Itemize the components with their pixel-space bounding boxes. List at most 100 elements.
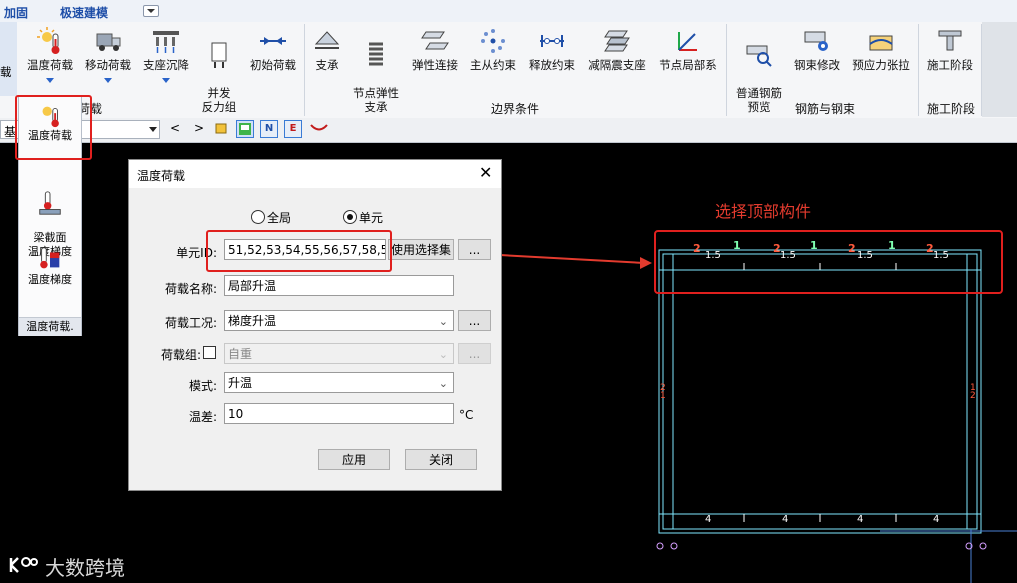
close-button[interactable]: 关闭 [405, 449, 477, 470]
support-settlement-button[interactable]: 支座沉降 [140, 24, 192, 83]
support-label: 支承 [315, 58, 339, 72]
ribbon-right-filler [982, 22, 1017, 117]
secondary-toolbar: 基 < > N E [0, 118, 1017, 143]
spring-support-button[interactable]: 节点弹性 支承 [348, 24, 404, 114]
support-button[interactable]: 支承 [308, 24, 346, 72]
svg-text:1: 1 [660, 391, 666, 401]
mode-select[interactable]: 升温 ⌄ [224, 372, 454, 393]
menu-item-fast-modeling[interactable]: 极速建模 [60, 4, 108, 21]
isolation-bearing-button[interactable]: 减隔震支座 [584, 24, 650, 72]
ribbon-cut-label: 载 [0, 65, 12, 79]
spring-support-icon [369, 42, 383, 66]
concurrent-reaction-icon [211, 42, 227, 68]
local-axis-icon [678, 32, 697, 51]
load-group-value: 自重 [228, 347, 253, 361]
initial-load-icon [260, 37, 286, 45]
tendon-edit-button[interactable]: 钢束修改 [790, 24, 844, 72]
rebar-group-label: 钢筋与钢束 [794, 102, 855, 116]
element-number-toggle[interactable]: E [284, 120, 302, 138]
scope-global-label: 全局 [267, 211, 292, 225]
highlight-box [206, 230, 392, 272]
support-settlement-label: 支座沉降 [143, 58, 189, 72]
next-button[interactable]: > [194, 121, 204, 135]
prestress-icon [869, 35, 893, 51]
moving-load-button[interactable]: 移动荷载 [82, 24, 134, 83]
use-selection-button[interactable]: 使用选择集 [388, 239, 454, 260]
load-case-label: 荷载工况: [164, 316, 217, 330]
rebar-preview-icon [746, 45, 772, 67]
prev-button[interactable]: < [170, 121, 180, 135]
annotation-arrowhead [640, 257, 652, 269]
chevron-down-icon [104, 78, 112, 83]
temp-diff-label: 温差: [188, 410, 217, 424]
load-case-select[interactable]: 梯度升温 ⌄ [224, 310, 454, 331]
highlight-box [654, 230, 1003, 294]
temp-load-label: 温度荷载 [27, 58, 73, 72]
mode-label: 模式: [188, 379, 217, 393]
elastic-link-button[interactable]: 弹性连接 [408, 24, 462, 72]
master-slave-label: 主从约束 [470, 58, 516, 72]
load-group-checkbox[interactable] [203, 346, 216, 359]
elastic-link-icon [421, 31, 449, 50]
apply-button[interactable]: 应用 [318, 449, 390, 470]
load-group-select[interactable]: 自重 ⌄ [224, 343, 454, 364]
load-case-value: 梯度升温 [228, 314, 277, 328]
chevron-down-icon [46, 78, 54, 83]
mode-value: 升温 [228, 376, 253, 390]
local-axis-button[interactable]: 节点局部系 [654, 24, 722, 72]
construction-stage-button[interactable]: 施工阶段 [922, 24, 978, 72]
tendon-edit-label: 钢束修改 [794, 58, 840, 72]
release-constraint-button[interactable]: 释放约束 [524, 24, 580, 72]
support-marks [656, 542, 987, 550]
chevron-down-icon: ⌄ [438, 348, 448, 361]
cube-icon[interactable] [214, 121, 228, 135]
local-axis-label: 节点局部系 [659, 58, 717, 72]
top-ticks [743, 263, 897, 522]
menu-item-reinforce[interactable]: 加固 [4, 4, 28, 21]
dialog-title: 温度荷载 [137, 169, 186, 183]
master-slave-button[interactable]: 主从约束 [466, 24, 520, 72]
group-divider [304, 24, 305, 116]
side-labels: 2112 [660, 383, 976, 401]
release-constraint-icon [540, 35, 564, 47]
element-ellipsis-button[interactable]: ... [458, 239, 491, 260]
chevron-down-icon[interactable] [143, 5, 159, 17]
rebar-preview-label: 普通钢筋 预览 [736, 86, 782, 114]
release-constraint-label: 释放约束 [529, 58, 575, 72]
annotation-text: 选择顶部构件 [715, 202, 812, 221]
temp-load-button[interactable]: 温度荷载 [22, 24, 78, 83]
temp-load-dialog: 温度荷载 ✕ 全局 单元 单元ID: 51,52,53,54,55,56,57,… [128, 159, 502, 491]
watermark-logo [8, 552, 38, 576]
display-toggle-icon[interactable] [236, 120, 254, 138]
chevron-down-icon: ⌄ [438, 377, 448, 390]
thermometer-sun-icon [37, 27, 60, 54]
load-group-ellipsis-button[interactable]: ... [458, 343, 491, 364]
scope-element-radio[interactable] [343, 210, 357, 224]
close-icon[interactable]: ✕ [479, 163, 492, 183]
scope-element-label: 单元 [359, 211, 384, 225]
truck-icon [96, 33, 121, 51]
group-divider [918, 24, 919, 116]
isolation-bearing-label: 减隔震支座 [588, 58, 646, 72]
node-number-toggle[interactable]: N [260, 120, 278, 138]
load-name-input[interactable]: 局部升温 [224, 275, 454, 296]
concurrent-reaction-button[interactable]: 并发 反力组 [196, 24, 242, 114]
chevron-down-icon: ⌄ [438, 315, 448, 328]
load-case-ellipsis-button[interactable]: ... [458, 310, 491, 331]
chevron-down-icon [149, 127, 157, 132]
menu-bar: 加固 极速建模 [0, 0, 1017, 23]
deform-shape-icon[interactable] [310, 122, 328, 134]
construction-stage-icon [938, 30, 962, 51]
prestress-button[interactable]: 预应力张拉 [848, 24, 914, 72]
isolation-bearing-icon [604, 30, 630, 52]
temp-diff-input[interactable]: 10 [224, 403, 454, 424]
boundary-group-label: 边界条件 [490, 102, 539, 116]
watermark-text: 大数跨境 [45, 556, 125, 580]
scope-global-radio[interactable] [251, 210, 265, 224]
annotation-arrow [499, 254, 645, 264]
ribbon-cut-button[interactable]: 载 [0, 22, 17, 96]
dialog-titlebar: 温度荷载 ✕ [129, 160, 501, 188]
initial-load-button[interactable]: 初始荷载 [246, 24, 300, 72]
ribbon: 载 温度荷载 移动荷载 支座沉降 并发 反力组 初始荷载 荷载 支承 节点弹性 … [0, 22, 1017, 119]
construction-stage-label: 施工阶段 [927, 58, 973, 72]
